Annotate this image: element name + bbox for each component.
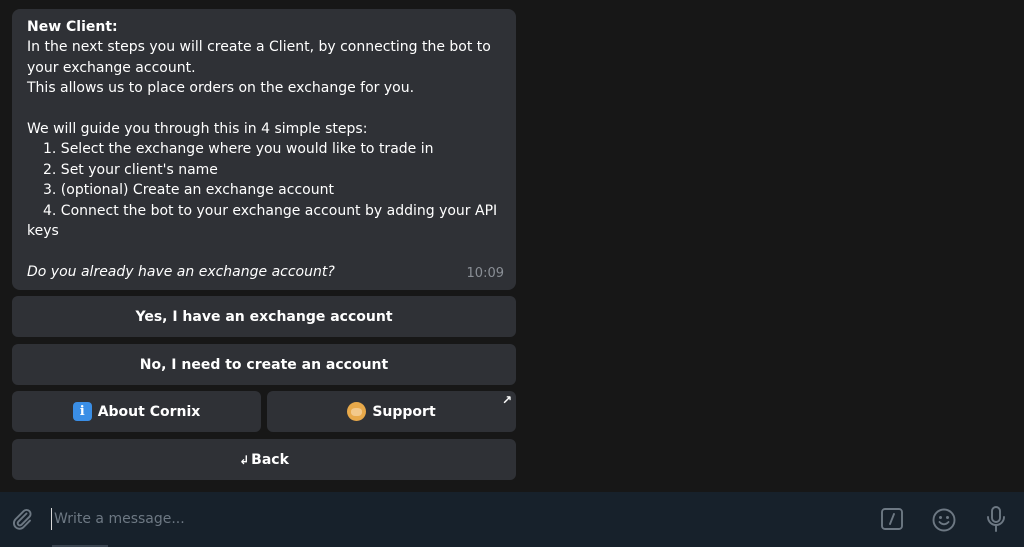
microphone-icon[interactable] <box>984 505 1008 533</box>
text-caret <box>51 508 52 530</box>
back-label: Back <box>251 451 289 468</box>
back-button[interactable]: ↲ Back <box>12 439 516 480</box>
emoji-icon[interactable] <box>931 507 957 533</box>
keyboard-row: Yes, I have an exchange account <box>12 296 516 337</box>
message-title: New Client: <box>27 19 118 35</box>
yes-exchange-account-button[interactable]: Yes, I have an exchange account <box>12 296 516 337</box>
message-intro-line: In the next steps you will create a Clie… <box>27 39 491 56</box>
paperclip-icon[interactable] <box>10 507 34 531</box>
bot-message: New Client: In the next steps you will c… <box>12 9 516 290</box>
message-intro-line: This allows us to place orders on the ex… <box>27 80 415 97</box>
about-cornix-label: About Cornix <box>97 403 201 420</box>
message-step-wrap: keys <box>27 223 59 240</box>
info-icon: i <box>72 402 92 421</box>
support-person-icon <box>347 402 367 421</box>
back-arrow-icon: ↲ <box>239 452 250 467</box>
keyboard-row: i About Cornix Support ↗ <box>12 391 516 432</box>
keyboard-row: No, I need to create an account <box>12 344 516 385</box>
support-button[interactable]: Support ↗ <box>267 391 516 432</box>
message-step: 4. Connect the bot to your exchange acco… <box>43 202 498 219</box>
yes-exchange-account-label: Yes, I have an exchange account <box>135 308 393 325</box>
message-intro-line: your exchange account. <box>27 59 196 76</box>
external-link-icon: ↗ <box>501 393 512 407</box>
message-composer <box>0 492 1024 547</box>
message-guide-line: We will guide you through this in 4 simp… <box>27 121 368 138</box>
message-question: Do you already have an exchange account? <box>27 263 335 280</box>
create-account-label: No, I need to create an account <box>139 356 389 373</box>
about-cornix-button[interactable]: i About Cornix <box>12 391 261 432</box>
bot-command-icon[interactable] <box>880 507 904 531</box>
message-time: 10:09 <box>466 265 504 281</box>
message-step: 2. Set your client's name <box>43 161 218 178</box>
chat-area: New Client: In the next steps you will c… <box>0 0 1024 492</box>
message-step: 3. (optional) Create an exchange account <box>43 182 334 199</box>
create-account-button[interactable]: No, I need to create an account <box>12 344 516 385</box>
keyboard-row: ↲ Back <box>12 439 516 480</box>
support-label: Support <box>372 403 436 420</box>
message-step: 1. Select the exchange where you would l… <box>43 141 434 158</box>
message-input[interactable] <box>54 508 854 530</box>
